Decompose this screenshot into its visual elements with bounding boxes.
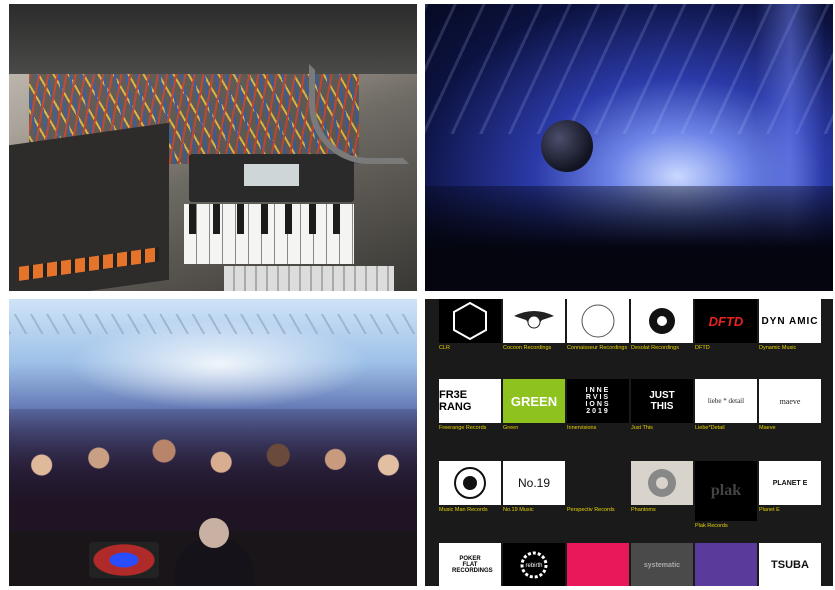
label-music-man[interactable]: Music Man Records bbox=[439, 461, 501, 523]
label-name: Liebe*Detail bbox=[695, 425, 725, 431]
label-just-this[interactable]: JUST THIS Just This bbox=[631, 379, 693, 441]
club-disco-ball-photo bbox=[425, 4, 833, 291]
label-logo: maeve bbox=[759, 379, 821, 423]
label-desolat[interactable]: Desolat Recordings bbox=[631, 299, 693, 361]
label-cocoon[interactable]: Cocoon Recordings bbox=[503, 299, 565, 361]
label-logo: INNE RVIS IONS 2019 bbox=[567, 379, 629, 423]
label-maeve[interactable]: maeve Maeve bbox=[759, 379, 821, 441]
label-logo: systematic bbox=[631, 543, 693, 586]
label-logo: plak bbox=[695, 461, 757, 521]
label-name: Green bbox=[503, 425, 519, 431]
label-rebirth[interactable]: rebirth bbox=[503, 543, 565, 586]
label-logo: FR3E RANG bbox=[439, 379, 501, 423]
svg-text:rebirth: rebirth bbox=[525, 563, 542, 569]
label-logo: TSUBA bbox=[759, 543, 821, 586]
label-name: Phantoms bbox=[631, 507, 656, 513]
label-planet-e[interactable]: PLANET E Planet E bbox=[759, 461, 821, 523]
label-logo bbox=[439, 461, 501, 505]
label-logo: PLANET E bbox=[759, 461, 821, 505]
label-logo bbox=[567, 543, 629, 586]
label-tsuba[interactable]: TSUBA bbox=[759, 543, 821, 586]
label-name: Freerange Records bbox=[439, 425, 487, 431]
label-logo: No.19 bbox=[503, 461, 565, 505]
label-logo bbox=[439, 299, 501, 343]
label-logo bbox=[631, 461, 693, 505]
label-name: Music Man Records bbox=[439, 507, 488, 513]
label-name: Perspectiv Records bbox=[567, 507, 615, 513]
record-label-grid: CLR Cocoon Recordings Connaisseur Record… bbox=[425, 299, 833, 586]
label-pink[interactable] bbox=[567, 543, 629, 586]
label-logo bbox=[695, 543, 757, 586]
label-name: Maeve bbox=[759, 425, 776, 431]
label-clr[interactable]: CLR bbox=[439, 299, 501, 361]
label-connaisseur[interactable]: Connaisseur Recordings bbox=[567, 299, 629, 361]
label-name: Dynamic Music bbox=[759, 345, 797, 351]
label-plak[interactable]: plak Plak Records bbox=[695, 461, 757, 539]
label-no19[interactable]: No.19 No.19 Music bbox=[503, 461, 565, 523]
label-name: Planet E bbox=[759, 507, 780, 513]
label-name: Desolat Recordings bbox=[631, 345, 679, 351]
label-name: Just This bbox=[631, 425, 653, 431]
label-logo: rebirth bbox=[503, 543, 565, 586]
label-purple[interactable] bbox=[695, 543, 757, 586]
label-name: DFTD bbox=[695, 345, 710, 351]
synth-setup-photo bbox=[9, 4, 417, 291]
label-logo: DYN AMIC bbox=[759, 299, 821, 343]
label-logo: JUST THIS bbox=[631, 379, 693, 423]
label-name: Connaisseur Recordings bbox=[567, 345, 628, 351]
label-phantoms[interactable]: Phantoms bbox=[631, 461, 693, 523]
label-name: Innervisions bbox=[567, 425, 597, 431]
label-logo: liebe * detail bbox=[695, 379, 757, 423]
label-perspectiv[interactable]: Perspectiv Records bbox=[567, 461, 629, 523]
label-innervisions[interactable]: INNE RVIS IONS 2019 Innervisions bbox=[567, 379, 629, 441]
label-systematic[interactable]: systematic bbox=[631, 543, 693, 586]
label-logo: GREEN bbox=[503, 379, 565, 423]
label-dftd[interactable]: DFTD DFTD bbox=[695, 299, 757, 361]
label-name: Plak Records bbox=[695, 523, 728, 529]
label-logo bbox=[503, 299, 565, 343]
label-logo: DFTD bbox=[695, 299, 757, 343]
label-liebe-detail[interactable]: liebe * detail Liebe*Detail bbox=[695, 379, 757, 441]
label-logo bbox=[631, 299, 693, 343]
label-logo bbox=[567, 461, 629, 505]
label-logo: POKER FLAT RECORDINGS bbox=[439, 543, 501, 586]
label-name: CLR bbox=[439, 345, 451, 351]
label-name: Cocoon Recordings bbox=[503, 345, 552, 351]
dj-crowd-photo bbox=[9, 299, 417, 586]
label-dynamic[interactable]: DYN AMIC Dynamic Music bbox=[759, 299, 821, 361]
label-logo bbox=[567, 299, 629, 343]
label-green[interactable]: GREEN Green bbox=[503, 379, 565, 441]
label-freerange[interactable]: FR3E RANG Freerange Records bbox=[439, 379, 501, 441]
label-name: No.19 Music bbox=[503, 507, 534, 513]
label-poker-flat[interactable]: POKER FLAT RECORDINGS bbox=[439, 543, 501, 586]
